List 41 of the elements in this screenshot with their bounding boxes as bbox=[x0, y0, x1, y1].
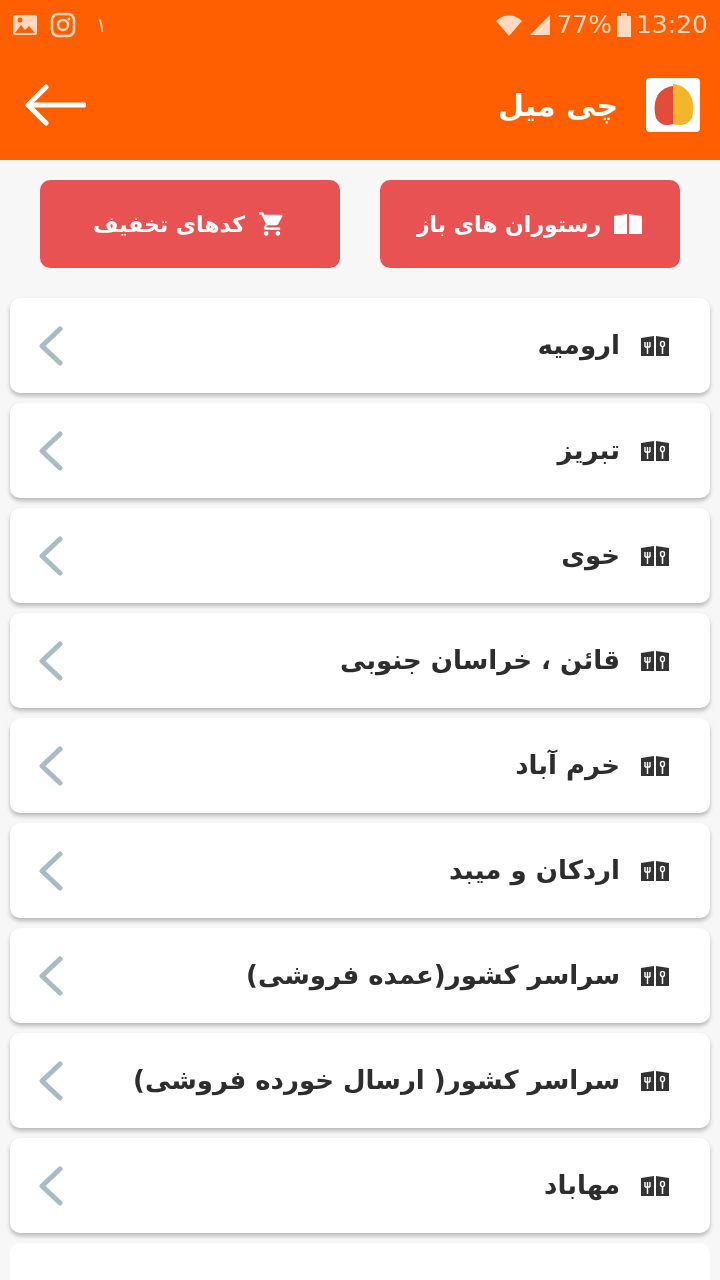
chevron-left-icon bbox=[38, 955, 64, 996]
city-item[interactable]: مهاباد bbox=[10, 1138, 710, 1233]
menu-book-icon bbox=[640, 1068, 670, 1093]
menu-book-icon bbox=[640, 648, 670, 673]
wifi-icon bbox=[494, 12, 525, 38]
notification-count: ١ bbox=[96, 12, 107, 39]
menu-book-icon bbox=[640, 753, 670, 778]
camera-icon bbox=[50, 12, 76, 38]
chevron-left-icon bbox=[38, 745, 64, 786]
app-logo bbox=[646, 78, 700, 132]
signal-icon bbox=[528, 13, 553, 37]
chevron-left-icon bbox=[38, 535, 64, 576]
city-item[interactable]: ارومیه bbox=[10, 298, 710, 393]
clock: 13:20 bbox=[635, 9, 708, 42]
city-item[interactable]: قائن ، خراسان جنوبی bbox=[10, 613, 710, 708]
menu-book-icon bbox=[613, 212, 644, 236]
city-item[interactable]: سراسر کشور(عمده فروشی) bbox=[10, 928, 710, 1023]
chevron-left-icon bbox=[38, 1165, 64, 1206]
menu-book-icon bbox=[640, 1173, 670, 1198]
battery-icon bbox=[615, 12, 632, 38]
menu-book-icon bbox=[640, 858, 670, 883]
image-icon bbox=[12, 13, 38, 37]
city-item[interactable]: سراسر کشور( ارسال خورده فروشی) bbox=[10, 1033, 710, 1128]
city-item[interactable]: تبریز bbox=[10, 403, 710, 498]
menu-book-icon bbox=[640, 963, 670, 988]
menu-book-icon bbox=[640, 438, 670, 463]
app-title: چی میل bbox=[498, 86, 618, 126]
chevron-left-icon bbox=[38, 1060, 64, 1101]
city-item[interactable]: خوی bbox=[10, 508, 710, 603]
chevron-left-icon bbox=[38, 325, 64, 366]
city-item[interactable]: خرم آباد bbox=[10, 718, 710, 813]
menu-book-icon bbox=[640, 333, 670, 358]
chevron-left-icon bbox=[38, 640, 64, 681]
city-item[interactable]: اردکان و میبد bbox=[10, 823, 710, 918]
battery-level: 77% bbox=[556, 9, 612, 42]
menu-book-icon bbox=[640, 543, 670, 568]
chevron-left-icon bbox=[38, 850, 64, 891]
action-button[interactable]: رستوران های باز bbox=[380, 180, 680, 268]
action-button[interactable]: کدهای تخفیف bbox=[40, 180, 340, 268]
back-arrow-icon bbox=[24, 83, 86, 127]
chevron-left-icon bbox=[38, 430, 64, 471]
